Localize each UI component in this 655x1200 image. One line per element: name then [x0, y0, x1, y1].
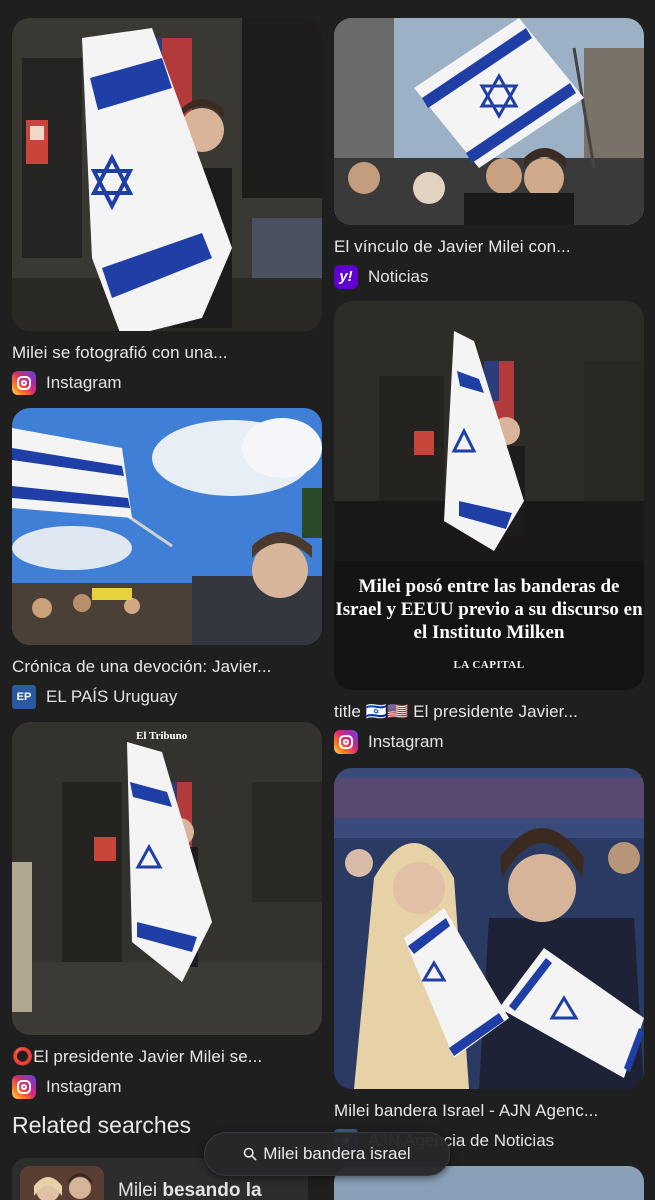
result-caption[interactable]: Milei bandera Israel - AJN Agenc...: [334, 1101, 644, 1121]
result-caption[interactable]: ⭕El presidente Javier Milei se...: [12, 1047, 322, 1067]
result-card[interactable]: El vínculo de Javier Milei con... y! Not…: [334, 18, 644, 289]
result-source-label: Instagram: [46, 373, 122, 392]
result-caption[interactable]: El vínculo de Javier Milei con...: [334, 237, 644, 257]
result-card[interactable]: Milei se fotografió con una... Instagram: [12, 18, 322, 395]
result-card[interactable]: El Tribuno ⭕El presidente Javier Milei s…: [12, 722, 322, 1099]
search-query-text: Milei bandera israel: [263, 1144, 411, 1163]
result-card[interactable]: Crónica de una devoción: Javier... EP EL…: [12, 408, 322, 709]
related-searches-title: Related searches: [12, 1112, 191, 1138]
overlay-headline: Milei posó entre las banderas de Israel …: [335, 576, 643, 643]
result-source[interactable]: EP EL PAÍS Uruguay: [12, 685, 322, 709]
result-source-label: Instagram: [46, 1077, 122, 1096]
result-caption[interactable]: Milei se fotografió con una...: [12, 343, 322, 363]
result-source[interactable]: Instagram: [334, 730, 644, 754]
result-caption[interactable]: title 🇮🇱🇺🇸 El presidente Javier...: [334, 702, 644, 722]
result-card[interactable]: Milei posó entre las banderas de Israel …: [334, 301, 644, 754]
result-source[interactable]: Instagram: [12, 371, 322, 395]
result-source-label: EL PAÍS Uruguay: [46, 687, 178, 706]
result-source[interactable]: y! Noticias: [334, 265, 644, 289]
related-search-thumbnail: [20, 1166, 104, 1200]
result-image[interactable]: [12, 408, 322, 645]
result-image[interactable]: [12, 18, 322, 331]
result-image[interactable]: [334, 18, 644, 225]
result-source-label: Noticias: [368, 267, 429, 286]
related-search-label: Milei besando la: [118, 1180, 262, 1200]
el-pais-icon: EP: [12, 685, 36, 709]
result-caption[interactable]: Crónica de una devoción: Javier...: [12, 657, 322, 677]
instagram-icon: [12, 1075, 36, 1099]
result-image[interactable]: [334, 768, 644, 1089]
search-query-pill[interactable]: Milei bandera israel: [204, 1132, 450, 1176]
watermark: El Tribuno: [136, 730, 188, 742]
instagram-icon: [12, 371, 36, 395]
instagram-icon: [334, 730, 358, 754]
result-source[interactable]: Instagram: [12, 1075, 322, 1099]
overlay-brand: LA CAPITAL: [453, 659, 525, 671]
result-image[interactable]: Milei posó entre las banderas de Israel …: [334, 301, 644, 690]
yahoo-icon: y!: [334, 265, 358, 289]
result-source-label: Instagram: [368, 732, 444, 751]
result-image[interactable]: El Tribuno: [12, 722, 322, 1035]
result-card[interactable]: Milei bandera Israel - AJN Agenc... ◆ AJ…: [334, 768, 644, 1153]
search-icon: [243, 1147, 257, 1161]
